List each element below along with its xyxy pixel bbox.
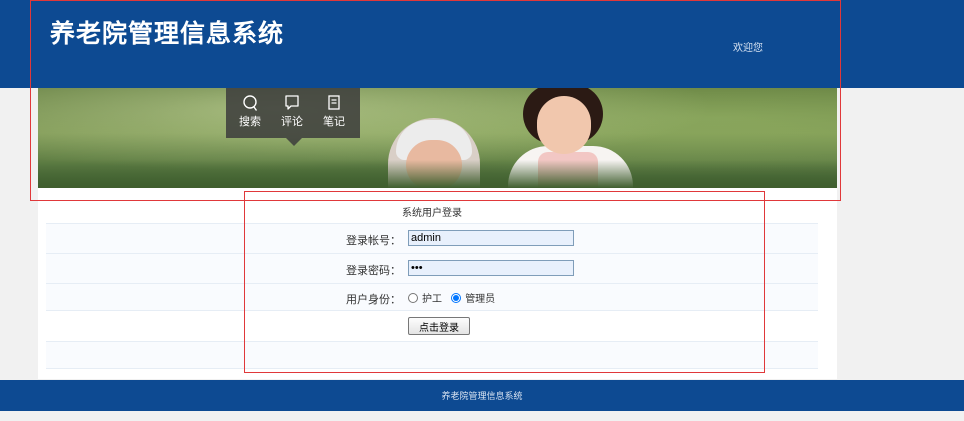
floating-toolbar: 搜索 评论 笔记 <box>226 88 360 146</box>
footer-text: 养老院管理信息系统 <box>441 392 523 402</box>
toolbar-comment-button[interactable]: 评论 <box>272 94 312 129</box>
toolbar-note-label: 笔记 <box>323 115 345 128</box>
role-row: 用户身份： 护工 管理员 <box>46 284 818 311</box>
role-option-nurse[interactable]: 护工 <box>408 293 442 305</box>
header-bar: 养老院管理信息系统 欢迎您 <box>0 0 964 88</box>
footer-bar: 养老院管理信息系统 <box>0 380 964 411</box>
toolbar-search-label: 搜索 <box>239 115 261 128</box>
password-label: 登录密码： <box>346 264 401 277</box>
login-form: 系统用户登录 登录帐号： 登录密码： 用户身份： 护工 管理员 点击登录 <box>46 198 818 369</box>
empty-row <box>46 342 818 369</box>
login-button[interactable]: 点击登录 <box>408 317 470 335</box>
app-title: 养老院管理信息系统 <box>50 19 285 48</box>
login-title-row: 系统用户登录 <box>46 198 818 224</box>
toolbar-note-button[interactable]: 笔记 <box>314 94 354 129</box>
account-label: 登录帐号： <box>346 234 401 247</box>
role-option-admin[interactable]: 管理员 <box>451 293 495 305</box>
role-radio-admin[interactable] <box>451 293 462 303</box>
password-row: 登录密码： <box>46 254 818 284</box>
welcome-text: 欢迎您 <box>733 43 763 54</box>
role-radio-group: 护工 管理员 <box>408 290 501 305</box>
login-title: 系统用户登录 <box>402 208 462 219</box>
banner-lawn <box>38 160 837 188</box>
role-label: 用户身份： <box>346 293 401 306</box>
login-panel: 系统用户登录 登录帐号： 登录密码： 用户身份： 护工 管理员 点击登录 <box>38 188 837 379</box>
submit-row: 点击登录 <box>46 311 818 342</box>
account-row: 登录帐号： <box>46 224 818 254</box>
toolbar-search-button[interactable]: 搜索 <box>230 94 270 129</box>
account-input[interactable] <box>408 230 574 246</box>
comment-icon <box>285 95 299 110</box>
password-input[interactable] <box>408 260 574 276</box>
banner-image <box>38 88 837 188</box>
role-radio-nurse[interactable] <box>408 293 418 303</box>
search-icon <box>243 95 258 111</box>
toolbar-comment-label: 评论 <box>281 115 303 128</box>
note-icon <box>328 95 340 110</box>
